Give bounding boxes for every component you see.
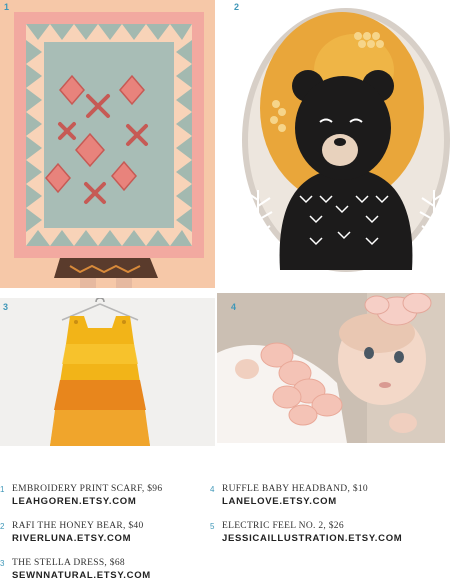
caption-number: 2	[0, 522, 5, 531]
caption-title: RAFI THE HONEY BEAR, $40	[12, 521, 144, 531]
bear-illustration	[230, 0, 463, 288]
caption-shop-link[interactable]: RIVERLUNA.ETSY.COM	[12, 533, 131, 544]
caption-number: 5	[210, 522, 215, 531]
dress-illustration	[0, 298, 215, 446]
caption-shop-link[interactable]: JESSICAILLUSTRATION.ETSY.COM	[222, 533, 402, 544]
bear-illustration-photo: 2	[230, 0, 463, 288]
caption-title: THE STELLA DRESS, $68	[12, 558, 125, 568]
caption-number: 3	[0, 559, 5, 568]
headband-photo: 4	[217, 293, 445, 443]
caption-title: RUFFLE BABY HEADBAND, $10	[222, 484, 368, 494]
scarf-photo: 1	[0, 0, 215, 288]
baby-illustration	[217, 293, 445, 443]
caption-title: EMBROIDERY PRINT SCARF, $96	[12, 484, 163, 494]
caption-title: ELECTRIC FEEL NO. 2, $26	[222, 521, 344, 531]
caption-shop-link[interactable]: SEWNNATURAL.ETSY.COM	[12, 570, 151, 581]
scarf-illustration	[0, 0, 215, 288]
item-number-2: 2	[234, 2, 240, 12]
item-number-1: 1	[4, 2, 10, 12]
caption-shop-link[interactable]: LEAHGOREN.ETSY.COM	[12, 496, 137, 507]
caption-shop-link[interactable]: LANELOVE.ETSY.COM	[222, 496, 337, 507]
dress-photo: 3	[0, 298, 215, 446]
item-number-3: 3	[3, 302, 9, 312]
item-number-4: 4	[231, 302, 237, 312]
caption-list: 1 EMBROIDERY PRINT SCARF, $96 LEAHGOREN.…	[0, 484, 463, 583]
caption-number: 1	[0, 485, 5, 494]
caption-number: 4	[210, 485, 215, 494]
